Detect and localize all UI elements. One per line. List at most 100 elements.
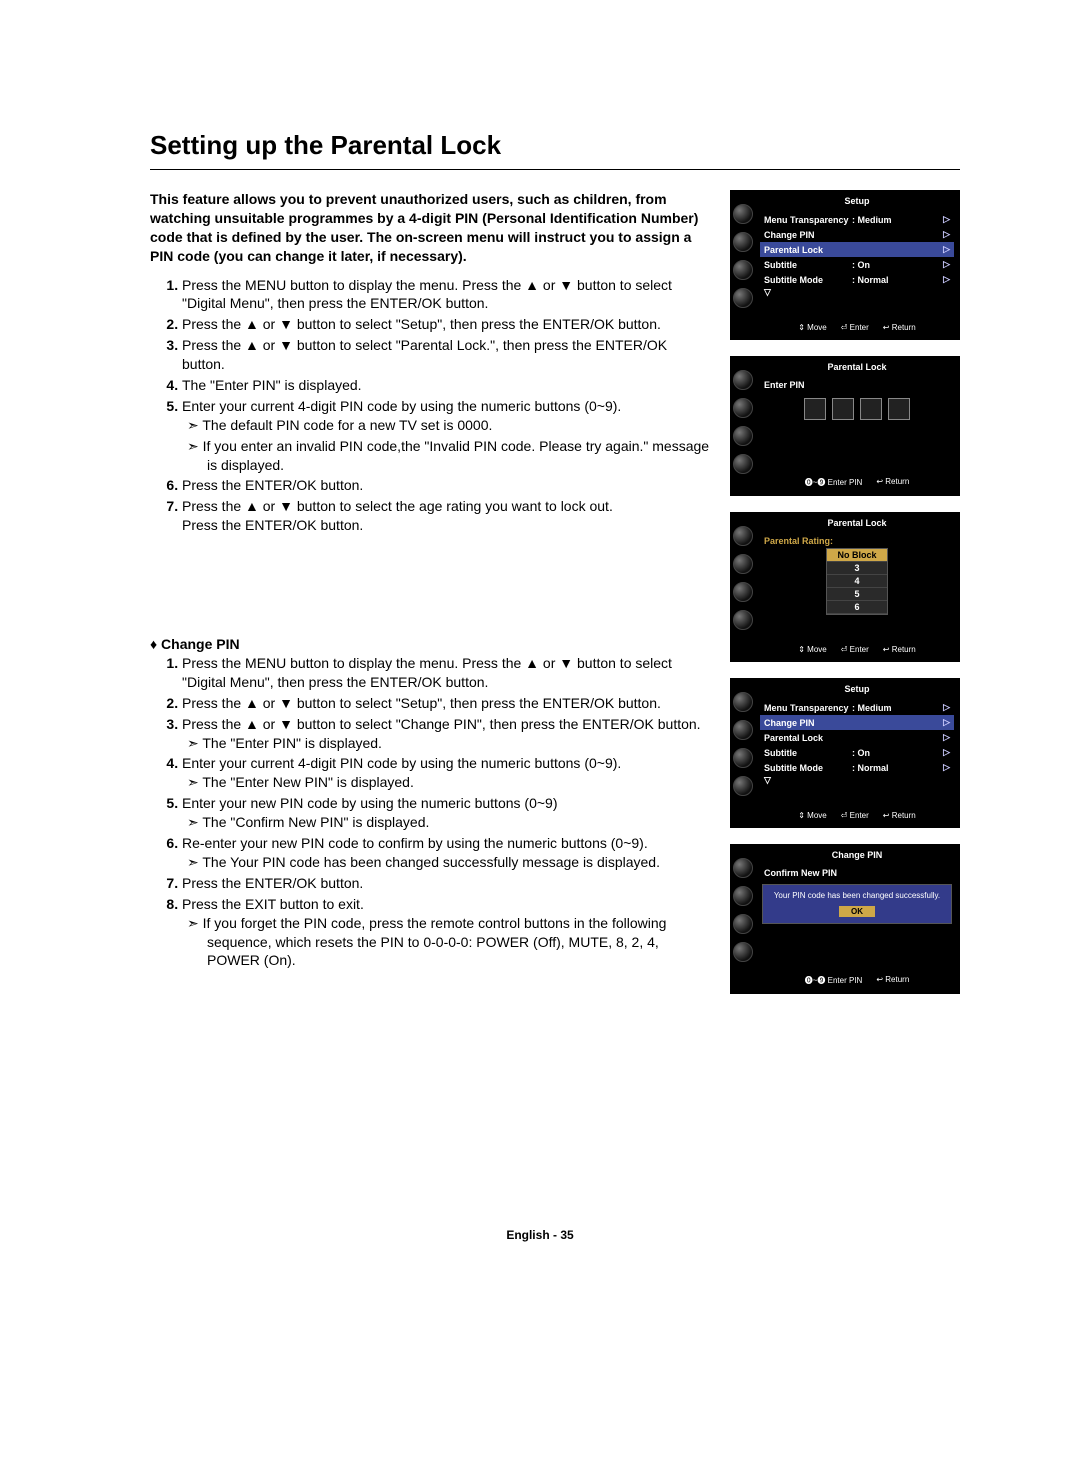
dialog-text: Your PIN code has been changed successfu… [774,891,940,900]
intro-paragraph: This feature allows you to prevent unaut… [150,190,712,266]
enter-pin-hint: ⓿~❾ Enter PIN [805,975,863,986]
osd-title: Parental Lock [760,516,954,534]
return-hint: ↩ Return [876,975,909,986]
chevron-down-icon: ▽ [760,287,954,298]
step: Press the MENU button to display the men… [182,654,712,692]
page-title: Setting up the Parental Lock [150,130,960,161]
osd-title: Setup [760,682,954,700]
rating-option-selected[interactable]: No Block [827,549,887,562]
step: Press the ▲ or ▼ button to select "Setup… [182,315,712,334]
osd-row[interactable]: Subtitle Mode: Normal▷ [760,760,954,775]
osd-rating-list: Parental Lock Parental Rating: No Block … [730,512,960,662]
globe-icon [733,204,753,224]
osd-row[interactable]: Change PIN▷ [760,227,954,242]
return-hint: ↩ Return [883,811,916,820]
chevron-right-icon: ▷ [943,259,950,270]
enter-hint: ⏎ Enter [841,645,869,654]
rating-option[interactable]: 3 [827,562,887,575]
osd-row[interactable]: Subtitle Mode: Normal▷ [760,272,954,287]
osd-setup-changepin: Setup Menu Transparency: Medium▷ Change … [730,678,960,828]
osd-tab-icons [730,190,756,340]
step: Press the ENTER/OK button. [182,874,712,893]
rating-option[interactable]: 5 [827,588,887,601]
move-hint: ⇕ Move [798,645,827,654]
disc-icon [733,886,753,906]
osd-footer: ⇕ Move ⏎ Enter ↩ Return [760,317,954,334]
disc-icon [733,554,753,574]
rating-option[interactable]: 6 [827,601,887,614]
body-text: This feature allows you to prevent unaut… [150,190,712,994]
step: Press the ▲ or ▼ button to select the ag… [182,497,712,535]
gear-icon [733,914,753,934]
page-footer: English - 35 [0,1228,1080,1242]
osd-title: Change PIN [760,848,954,866]
step: Press the EXIT button to exit. If you fo… [182,895,712,971]
note: The "Enter PIN" is displayed. [182,734,712,753]
gear-icon [733,582,753,602]
disc-icon [733,720,753,740]
step: Press the ENTER/OK button. [182,476,712,495]
globe-icon [733,526,753,546]
note: If you enter an invalid PIN code,the "In… [182,437,712,475]
rating-list[interactable]: No Block 3 4 5 6 [826,548,888,615]
misc-icon [733,454,753,474]
enter-hint: ⏎ Enter [841,811,869,820]
disc-icon [733,398,753,418]
note: If you forget the PIN code, press the re… [182,914,712,971]
note: The "Confirm New PIN" is displayed. [182,813,712,832]
success-dialog: Your PIN code has been changed successfu… [762,884,952,924]
osd-row[interactable]: Parental Lock▷ [760,730,954,745]
osd-changepin-success: Change PIN Confirm New PIN Your PIN code… [730,844,960,994]
globe-icon [733,692,753,712]
osd-row[interactable]: Subtitle: On▷ [760,745,954,760]
step: Press the ▲ or ▼ button to select "Setup… [182,694,712,713]
step: Press the MENU button to display the men… [182,276,712,314]
enter-hint: ⏎ Enter [841,323,869,332]
chevron-right-icon: ▷ [943,244,950,255]
misc-icon [733,610,753,630]
gear-icon [733,426,753,446]
misc-icon [733,942,753,962]
gear-icon [733,260,753,280]
pin-input-row[interactable] [760,398,954,420]
move-hint: ⇕ Move [798,811,827,820]
osd-enter-pin: Parental Lock Enter PIN ⓿~❾ Enter PIN ↩ … [730,356,960,496]
globe-icon [733,858,753,878]
chevron-right-icon: ▷ [943,274,950,285]
return-hint: ↩ Return [883,323,916,332]
step: Enter your current 4-digit PIN code by u… [182,397,712,475]
subsection-heading: Change PIN [150,635,712,654]
enter-pin-hint: ⓿~❾ Enter PIN [805,477,863,488]
ok-button[interactable]: OK [839,906,875,917]
misc-icon [733,776,753,796]
step: Enter your current 4-digit PIN code by u… [182,754,712,792]
osd-row[interactable]: Menu Transparency: Medium▷ [760,212,954,227]
rating-option[interactable]: 4 [827,575,887,588]
note: The Your PIN code has been changed succe… [182,853,712,872]
step: Press the ▲ or ▼ button to select "Paren… [182,336,712,374]
return-hint: ↩ Return [876,477,909,488]
note: The default PIN code for a new TV set is… [182,416,712,435]
globe-icon [733,370,753,390]
pin-digit[interactable] [832,398,854,420]
osd-title: Setup [760,194,954,212]
osd-row-selected[interactable]: Change PIN▷ [760,715,954,730]
steps-list-1: Press the MENU button to display the men… [150,276,712,536]
osd-setup-parental: Setup Menu Transparency: Medium▷ Change … [730,190,960,340]
steps-list-2: Press the MENU button to display the men… [150,654,712,970]
gear-icon [733,748,753,768]
pin-digit[interactable] [860,398,882,420]
chevron-right-icon: ▷ [943,229,950,240]
osd-row[interactable]: Menu Transparency: Medium▷ [760,700,954,715]
misc-icon [733,288,753,308]
step: The "Enter PIN" is displayed. [182,376,712,395]
rating-label: Parental Rating: [760,534,954,548]
osd-row[interactable]: Subtitle: On▷ [760,257,954,272]
step: Press the ▲ or ▼ button to select "Chang… [182,715,712,753]
pin-digit[interactable] [888,398,910,420]
osd-row-selected[interactable]: Parental Lock▷ [760,242,954,257]
return-hint: ↩ Return [883,645,916,654]
pin-digit[interactable] [804,398,826,420]
step: Enter your new PIN code by using the num… [182,794,712,832]
disc-icon [733,232,753,252]
